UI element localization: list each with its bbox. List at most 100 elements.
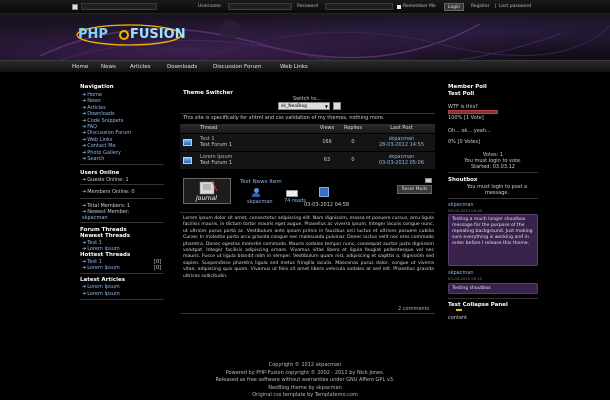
navigation-heading: Navigation bbox=[80, 84, 114, 90]
login-bar: Username Password Remember Me Login Regi… bbox=[0, 0, 610, 14]
thread-cell: Lorem Ipsum Test Forum 1 bbox=[194, 151, 316, 170]
table-header-row: Thread Views Replies Last Post bbox=[180, 124, 435, 134]
divider bbox=[448, 172, 538, 173]
remember-checkbox[interactable] bbox=[397, 5, 401, 9]
site-notice: This site is specifically for xhtml and … bbox=[183, 115, 385, 121]
news-reads: 74 reads bbox=[284, 198, 306, 204]
divider bbox=[80, 184, 164, 185]
poll-bar-option-1 bbox=[448, 110, 498, 114]
sidebar-item-label: Discussion Forum bbox=[87, 130, 132, 137]
sidebar-item-search[interactable]: ➜Search bbox=[82, 156, 131, 162]
nav-home[interactable]: Home bbox=[72, 64, 88, 70]
author-avatar-icon bbox=[252, 188, 260, 198]
arrow-icon: ➜ bbox=[82, 149, 87, 156]
divider bbox=[80, 164, 164, 165]
poll-option-2-label: Oh... ok... yeah... bbox=[448, 128, 491, 134]
news-author[interactable]: skpacman bbox=[247, 199, 273, 205]
divider bbox=[80, 222, 164, 223]
hottest-thread-count: [0] bbox=[154, 265, 162, 271]
username-input[interactable] bbox=[228, 3, 292, 10]
news-image-caption: Journal bbox=[196, 195, 217, 202]
poll-title: Test Poll bbox=[448, 91, 475, 97]
footer-license: Released as free software without warran… bbox=[215, 377, 395, 384]
news-title[interactable]: Test News Item bbox=[240, 179, 282, 185]
thread-cell: Test 1 Test Forum 1 bbox=[194, 133, 316, 152]
news-image[interactable]: Journal bbox=[183, 178, 231, 204]
users-online-heading: Users Online bbox=[80, 170, 120, 176]
remember-label: Remember Me bbox=[403, 4, 436, 9]
table-header-views: Views bbox=[316, 124, 338, 134]
main-nav: Home News Articles Downloads Discussion … bbox=[0, 60, 610, 73]
nav-articles[interactable]: Articles bbox=[130, 64, 151, 70]
navigation-list: ➜Home ➜News ➜Articles ➜Downloads ➜Code S… bbox=[82, 92, 131, 162]
threads-table: Thread Views Replies Last Post Test 1 Te… bbox=[180, 124, 435, 170]
poll-option-2-result: 0% [0 Votes] bbox=[448, 139, 480, 145]
search-field[interactable] bbox=[81, 3, 157, 10]
thread-forum: Test Forum 1 bbox=[200, 160, 233, 166]
go-button[interactable] bbox=[333, 102, 341, 110]
theme-select[interactable]: sk_NeoBlog ▼ bbox=[278, 102, 330, 110]
nav-discussion-forum[interactable]: Discussion Forum bbox=[213, 64, 261, 70]
user-icon bbox=[72, 4, 78, 10]
thread-replies: 0 bbox=[338, 133, 368, 152]
last-post-date: 03-03-2012 05:06 bbox=[378, 160, 425, 166]
guests-online-text: Guests Online: 1 bbox=[87, 177, 129, 183]
divider bbox=[448, 298, 538, 299]
reset-mods-button[interactable]: Reset Mods bbox=[397, 185, 432, 194]
shoutbox-login-notice: You must login to post a message. bbox=[466, 184, 528, 196]
logo-text-php: PHP bbox=[78, 27, 108, 42]
guests-online: ➜Guests Online: 1 bbox=[82, 177, 129, 183]
latest-article-label: Lorem Ipsum bbox=[87, 291, 120, 297]
divider bbox=[80, 273, 164, 274]
register-link[interactable]: Register bbox=[471, 4, 490, 9]
divider bbox=[448, 198, 538, 199]
footer-theme-credit: NeoBlog theme by skpacman bbox=[268, 384, 342, 391]
table-header-last-post: Last Post bbox=[368, 124, 435, 134]
collapse-toggle-icon[interactable] bbox=[456, 309, 462, 311]
sidebar-item-label: Contact Me bbox=[87, 143, 116, 150]
arrow-icon: ➜ bbox=[82, 156, 87, 163]
sidebar-item-label: FAQ bbox=[87, 124, 97, 131]
footer-copyright: Copyright © 2012 skpacman bbox=[268, 362, 342, 368]
members-online-text: Members Online: 0 bbox=[87, 189, 135, 195]
thread-views: 166 bbox=[316, 133, 338, 152]
arrow-icon: ➜ bbox=[82, 143, 87, 150]
latest-article-label: Lorem Ipsum bbox=[87, 284, 120, 290]
footer-powered-by: Powered by PHP-Fusion copyright © 2002 -… bbox=[225, 369, 385, 376]
password-input[interactable] bbox=[325, 3, 393, 10]
print-icon[interactable] bbox=[425, 178, 432, 183]
comments-link[interactable]: 2 comments bbox=[398, 306, 429, 312]
folder-icon bbox=[182, 138, 192, 146]
password-label: Password bbox=[297, 4, 319, 9]
sidebar-item-label: News bbox=[87, 98, 101, 105]
table-row: Test 1 Test Forum 1 166 0 skpacman 28-03… bbox=[180, 133, 435, 152]
divider bbox=[80, 299, 164, 300]
shout-message: Testing a much longer shoutbox message f… bbox=[448, 214, 538, 266]
table-header-thread: Thread bbox=[194, 124, 316, 134]
hottest-thread-item[interactable]: ➜Lorem Ipsum bbox=[82, 265, 120, 271]
collapse-panel-heading[interactable]: Test Collapse Panel bbox=[448, 302, 508, 308]
arrow-icon: ➜ bbox=[82, 104, 87, 111]
nav-news[interactable]: News bbox=[101, 64, 116, 70]
shout-date: 03-03-2012 05:42 bbox=[448, 208, 483, 213]
sidebar-item-label: Articles bbox=[87, 104, 106, 111]
nav-web-links[interactable]: Web Links bbox=[280, 64, 308, 70]
thread-forum: Test Forum 1 bbox=[200, 142, 233, 148]
latest-article-item[interactable]: ➜Lorem Ipsum bbox=[82, 291, 120, 297]
separator: | bbox=[495, 4, 497, 9]
nav-downloads[interactable]: Downloads bbox=[167, 64, 197, 70]
sidebar-item-label: Downloads bbox=[87, 111, 115, 118]
lost-password-link[interactable]: Lost password bbox=[499, 4, 531, 9]
site-logo[interactable]: PHP FUSION bbox=[74, 22, 186, 48]
login-button[interactable]: Login bbox=[444, 3, 464, 11]
logo-text-fusion: FUSION bbox=[130, 27, 186, 42]
newest-member-link[interactable]: skpacman bbox=[82, 215, 108, 221]
latest-article-item[interactable]: ➜Lorem Ipsum bbox=[82, 284, 120, 290]
chevron-down-icon: ▼ bbox=[324, 104, 328, 109]
reads-icon bbox=[286, 190, 298, 197]
collapse-panel-content: content bbox=[448, 315, 468, 321]
sidebar-item-label: Photo Gallery bbox=[87, 149, 121, 156]
newest-threads-heading: Newest Threads bbox=[80, 233, 130, 239]
divider bbox=[180, 212, 435, 213]
divider bbox=[180, 313, 435, 314]
